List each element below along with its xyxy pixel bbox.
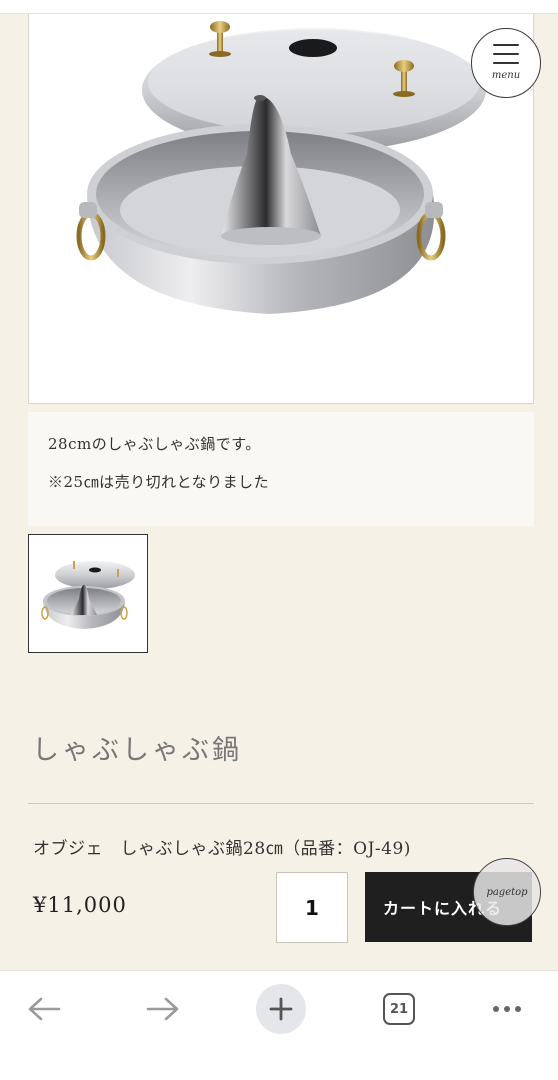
more-dots-icon (493, 1006, 521, 1012)
description-line-1: 28cmのしゃぶしゃぶ鍋です。 (48, 435, 261, 453)
menu-label: menu (491, 69, 521, 81)
menu-button[interactable]: menu (471, 28, 541, 98)
thumbnail-pot-image (41, 561, 135, 629)
pagetop-label: pagetop (486, 886, 528, 898)
description-line-2: ※25㎝は売り切れとなりました (48, 473, 270, 491)
forward-button[interactable] (133, 979, 193, 1039)
quantity-input[interactable] (276, 872, 348, 943)
back-button[interactable] (14, 979, 74, 1039)
product-price: ¥11,000 (33, 893, 127, 917)
product-main-image[interactable] (28, 14, 534, 404)
plus-icon (269, 997, 293, 1021)
arrow-left-icon (28, 997, 61, 1021)
product-description: 28cmのしゃぶしゃぶ鍋です。 ※25㎝は売り切れとなりました (28, 412, 534, 526)
pagetop-button[interactable]: pagetop (473, 858, 541, 926)
product-thumbnail[interactable] (28, 534, 148, 653)
more-button[interactable] (482, 979, 532, 1039)
hamburger-icon (493, 43, 519, 64)
product-title: しゃぶしゃぶ鍋 (32, 735, 242, 766)
tab-count: 21 (383, 993, 415, 1025)
tabs-button[interactable]: 21 (372, 979, 426, 1039)
arrow-right-icon (146, 997, 179, 1021)
divider (28, 803, 534, 804)
browser-toolbar: 21 (0, 970, 558, 1080)
pot-illustration (76, 21, 486, 314)
product-variant-name: オブジェ しゃぶしゃぶ鍋28㎝（品番：OJ-49) (33, 839, 411, 859)
new-tab-button[interactable] (256, 979, 306, 1039)
top-edge (0, 0, 558, 14)
